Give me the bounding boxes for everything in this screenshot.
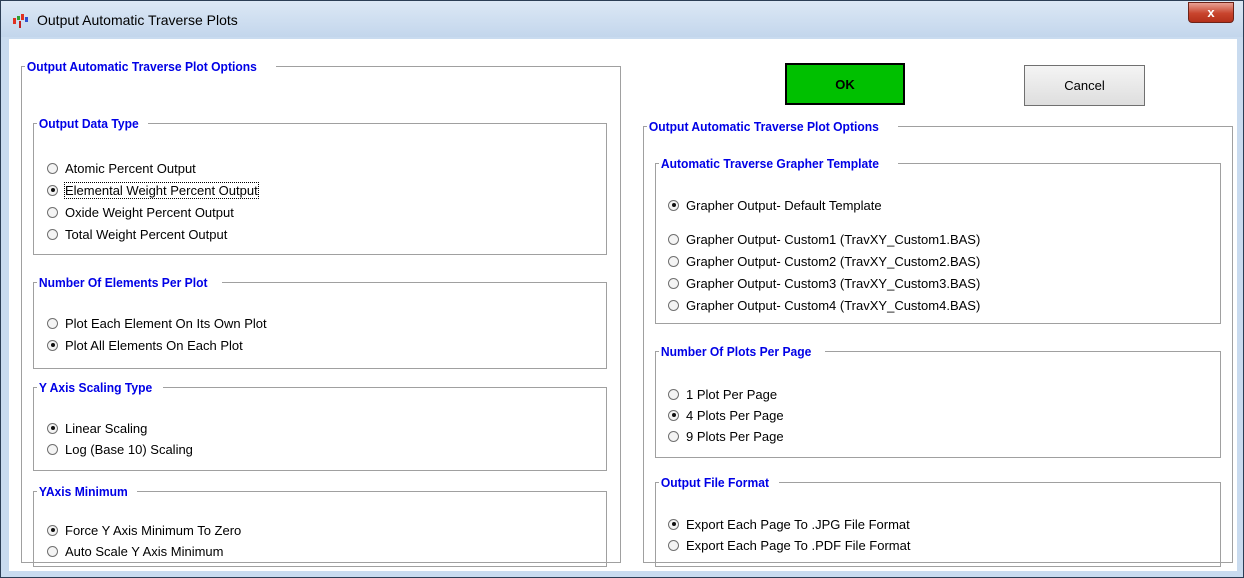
window-title: Output Automatic Traverse Plots [37,12,238,28]
left-options-group: Output Automatic Traverse Plot Options O… [21,59,621,567]
radio-auto-scale[interactable]: Auto Scale Y Axis Minimum [47,542,223,560]
radio-label: Elemental Weight Percent Output [64,181,259,199]
output-file-format-title: Output File Format [660,475,770,490]
ok-button[interactable]: OK [785,63,905,105]
cancel-button[interactable]: Cancel [1024,65,1145,106]
radio-total-weight-percent[interactable]: Total Weight Percent Output [47,225,227,243]
radio-jpg-format[interactable]: Export Each Page To .JPG File Format [668,515,910,533]
radio-selected-icon [47,422,58,434]
radio-label: Plot Each Element On Its Own Plot [65,315,267,331]
radio-selected-icon [47,184,58,196]
radio-label: 4 Plots Per Page [686,407,784,423]
radio-circle-icon [47,162,58,174]
radio-circle-icon [668,539,679,551]
radio-circle-icon [668,255,679,267]
radio-label: Grapher Output- Custom2 (TravXY_Custom2.… [686,253,981,269]
radio-label: Linear Scaling [65,420,148,436]
right-options-group: Output Automatic Traverse Plot Options A… [643,119,1233,567]
dialog-body: Output Automatic Traverse Plot Options O… [9,39,1237,571]
radio-circle-icon [668,277,679,289]
radio-label: Grapher Output- Custom3 (TravXY_Custom3.… [686,275,981,291]
dialog-window: Output Automatic Traverse Plots x Output… [0,0,1244,578]
y-axis-scaling-title: Y Axis Scaling Type [38,380,153,395]
radio-log-scaling[interactable]: Log (Base 10) Scaling [47,440,193,458]
radio-custom2[interactable]: Grapher Output- Custom2 (TravXY_Custom2.… [668,252,980,270]
radio-selected-icon [668,409,679,421]
radio-label: Force Y Axis Minimum To Zero [65,522,242,538]
radio-custom4[interactable]: Grapher Output- Custom4 (TravXY_Custom4.… [668,296,980,314]
radio-all-elements[interactable]: Plot All Elements On Each Plot [47,336,243,354]
radio-label: Grapher Output- Custom4 (TravXY_Custom4.… [686,297,981,313]
radio-selected-icon [668,199,679,211]
radio-label: Auto Scale Y Axis Minimum [65,543,224,559]
plots-per-page-title: Number Of Plots Per Page [660,344,812,359]
radio-linear-scaling[interactable]: Linear Scaling [47,419,147,437]
radio-pdf-format[interactable]: Export Each Page To .PDF File Format [668,536,910,554]
y-axis-scaling-group: Y Axis Scaling Type Linear Scaling Log (… [33,380,607,471]
radio-custom1[interactable]: Grapher Output- Custom1 (TravXY_Custom1.… [668,230,980,248]
radio-label: Log (Base 10) Scaling [65,441,193,457]
radio-oxide-weight-percent[interactable]: Oxide Weight Percent Output [47,203,234,221]
radio-9-plots[interactable]: 9 Plots Per Page [668,427,784,445]
radio-custom3[interactable]: Grapher Output- Custom3 (TravXY_Custom3.… [668,274,980,292]
radio-label: 1 Plot Per Page [686,386,778,402]
radio-label: Export Each Page To .PDF File Format [686,537,911,553]
elements-per-plot-group: Number Of Elements Per Plot Plot Each El… [33,275,607,369]
close-button[interactable]: x [1188,2,1234,23]
radio-1-plot[interactable]: 1 Plot Per Page [668,385,777,403]
elements-per-plot-title: Number Of Elements Per Plot [38,275,208,290]
plots-per-page-group: Number Of Plots Per Page 1 Plot Per Page… [655,344,1221,458]
grapher-template-title: Automatic Traverse Grapher Template [660,156,880,171]
radio-circle-icon [47,228,58,240]
output-data-type-group: Output Data Type Atomic Percent Output E… [33,116,607,255]
radio-label: Grapher Output- Custom1 (TravXY_Custom1.… [686,231,981,247]
radio-label: Export Each Page To .JPG File Format [686,516,910,532]
radio-circle-icon [47,206,58,218]
radio-label: 9 Plots Per Page [686,428,784,444]
radio-circle-icon [47,545,58,557]
radio-selected-icon [668,518,679,530]
title-bar[interactable]: Output Automatic Traverse Plots x [1,1,1243,37]
grapher-template-group: Automatic Traverse Grapher Template Grap… [655,156,1221,324]
right-options-title: Output Automatic Traverse Plot Options [648,119,879,134]
radio-label: Grapher Output- Default Template [686,197,882,213]
radio-label: Total Weight Percent Output [65,226,228,242]
y-axis-minimum-title: YAxis Minimum [38,484,128,499]
output-data-type-title: Output Data Type [38,116,139,131]
radio-label: Plot All Elements On Each Plot [65,337,243,353]
y-axis-minimum-group: YAxis Minimum Force Y Axis Minimum To Ze… [33,484,607,567]
radio-selected-icon [47,524,58,536]
radio-circle-icon [668,430,679,442]
radio-circle-icon [668,299,679,311]
output-file-format-group: Output File Format Export Each Page To .… [655,475,1221,567]
radio-circle-icon [668,233,679,245]
radio-4-plots[interactable]: 4 Plots Per Page [668,406,784,424]
radio-force-zero[interactable]: Force Y Axis Minimum To Zero [47,521,241,539]
radio-elemental-weight-percent[interactable]: Elemental Weight Percent Output [47,181,259,199]
radio-circle-icon [47,317,58,329]
radio-label: Atomic Percent Output [65,160,196,176]
app-icon [13,14,28,28]
radio-circle-icon [668,388,679,400]
close-icon: x [1207,5,1215,20]
radio-selected-icon [47,339,58,351]
radio-circle-icon [47,443,58,455]
radio-default-template[interactable]: Grapher Output- Default Template [668,196,882,214]
radio-label: Oxide Weight Percent Output [65,204,234,220]
left-options-title: Output Automatic Traverse Plot Options [26,59,257,74]
radio-atomic-percent[interactable]: Atomic Percent Output [47,159,196,177]
radio-own-plot[interactable]: Plot Each Element On Its Own Plot [47,314,267,332]
